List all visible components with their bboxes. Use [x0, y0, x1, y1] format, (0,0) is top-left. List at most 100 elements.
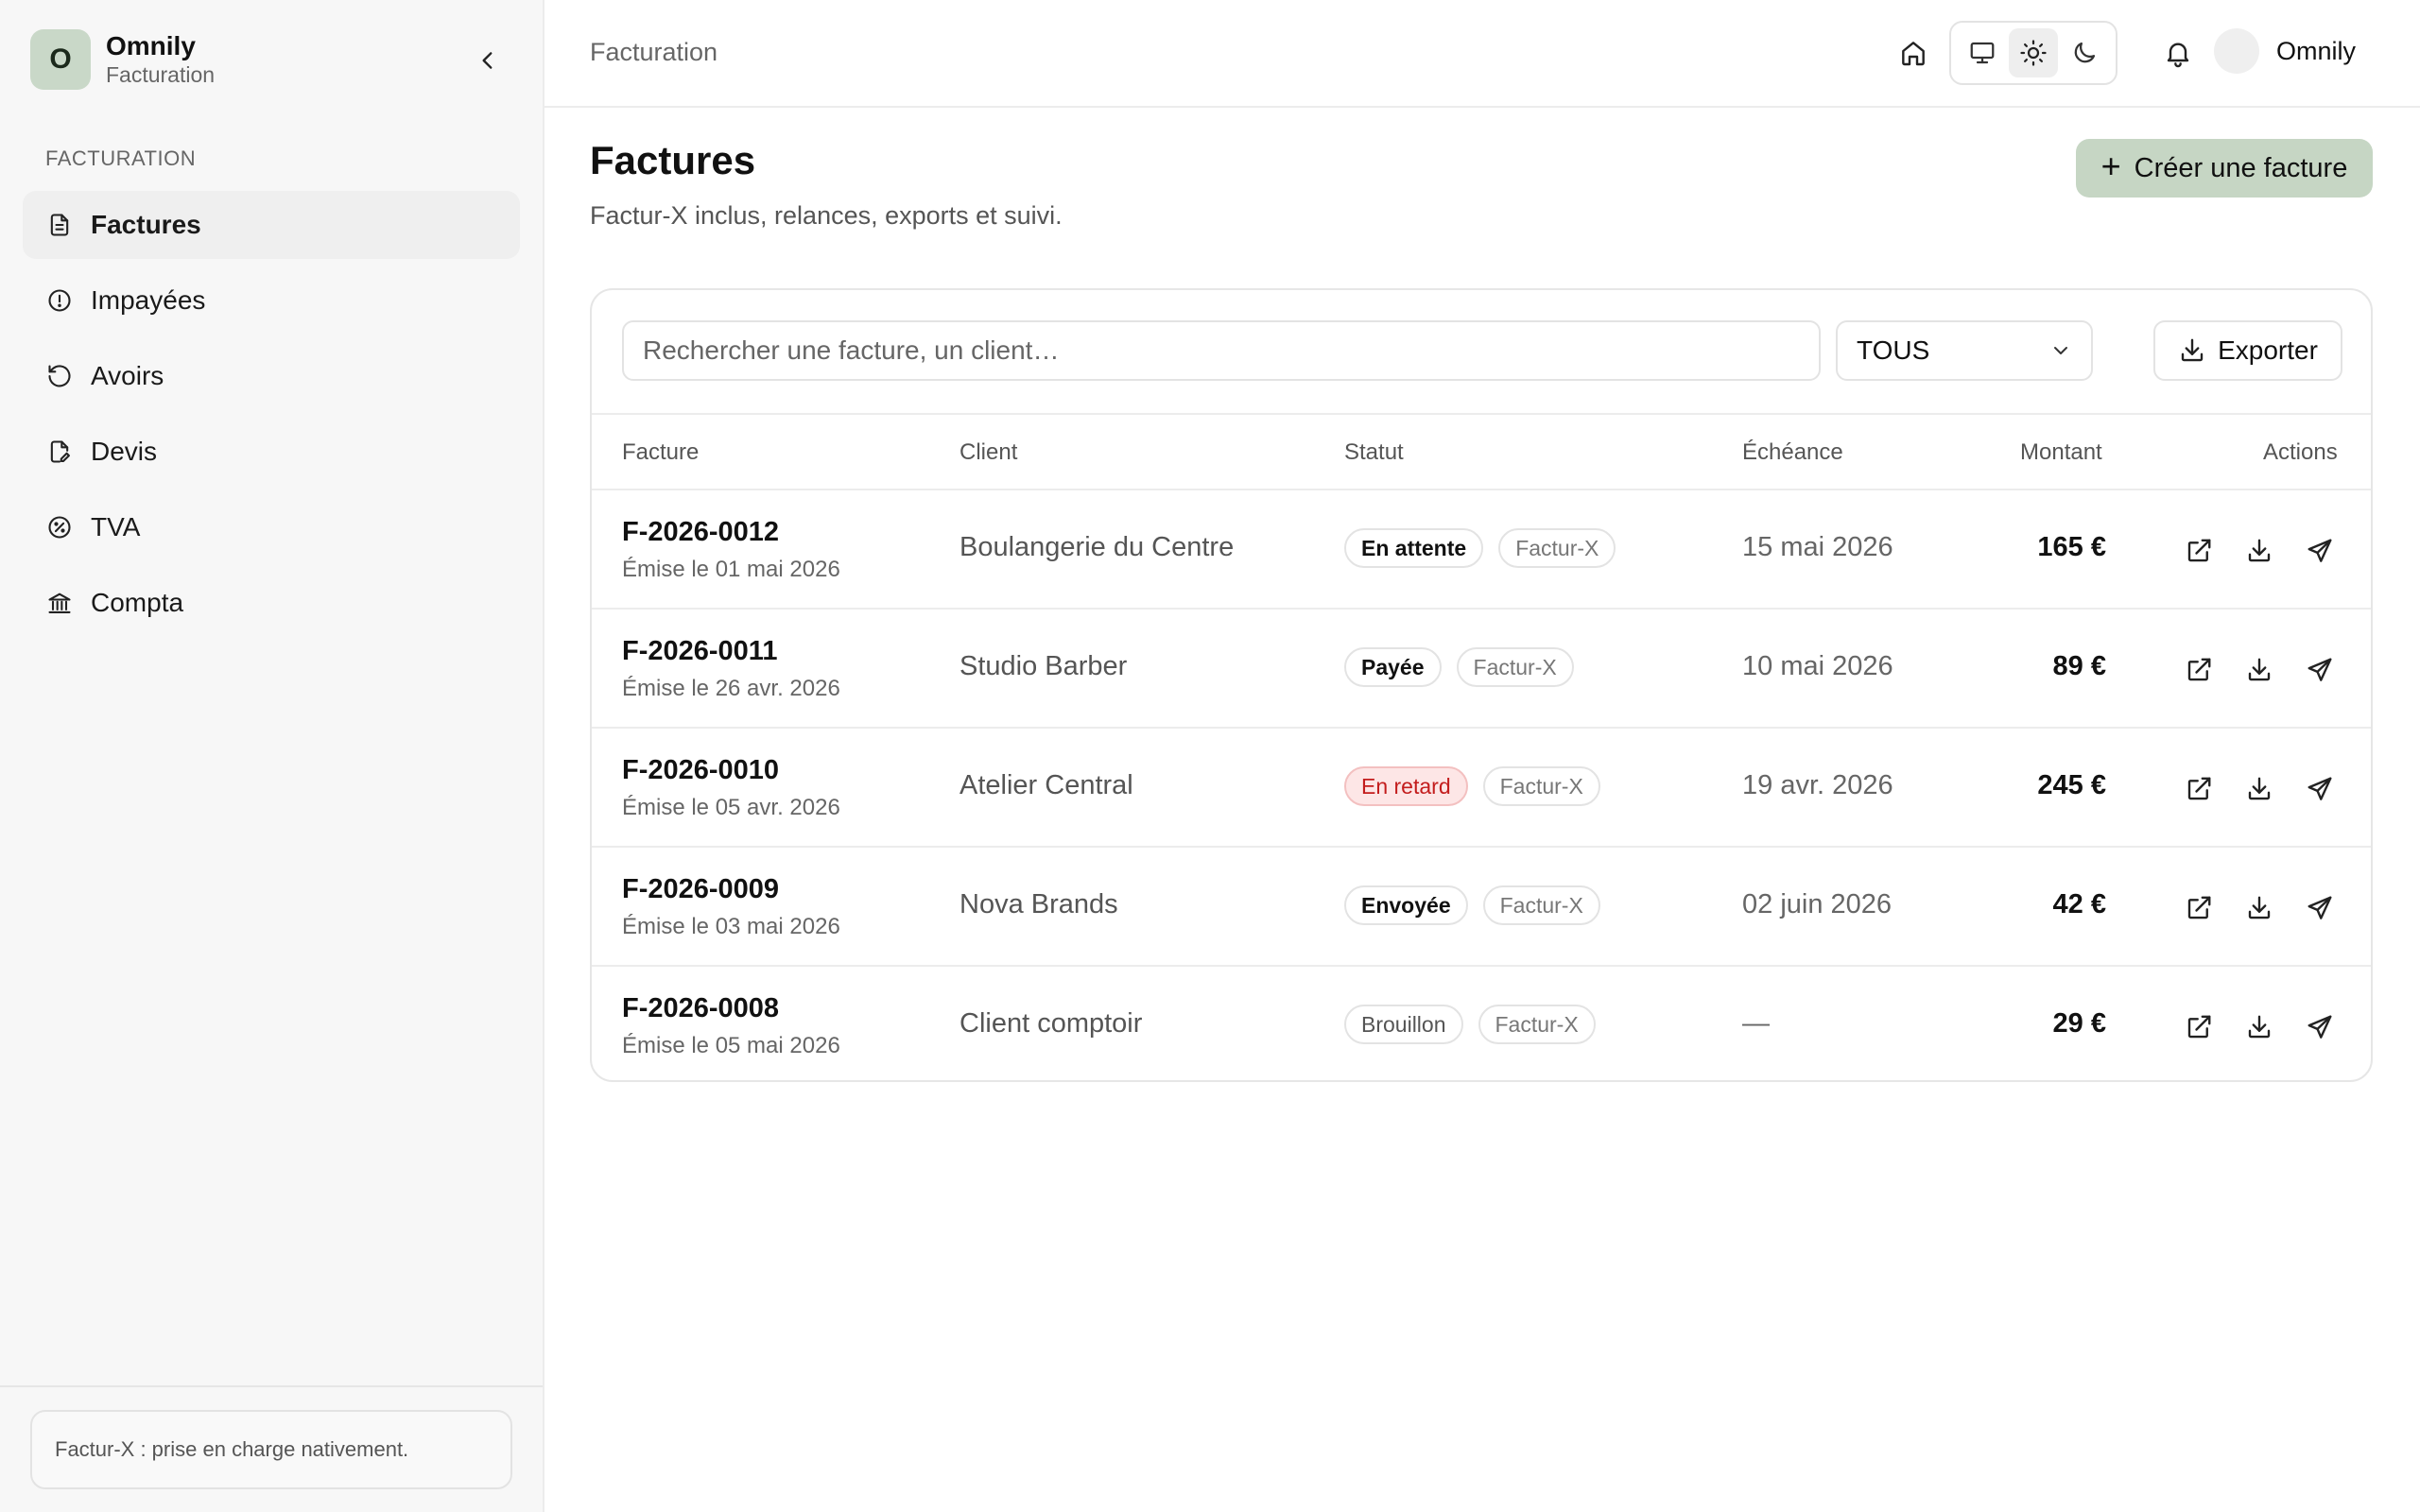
file-edit-icon: [45, 438, 74, 466]
sidebar-item-label: Factures: [91, 210, 201, 239]
status-badge: En retard: [1344, 766, 1468, 806]
create-invoice-button[interactable]: + Créer une facture: [2076, 139, 2373, 198]
open-invoice-button[interactable]: [2178, 887, 2220, 929]
invoice-due-date: 19 avr. 2026: [1742, 770, 1893, 800]
topbar: Facturation Omnily: [544, 0, 2420, 108]
breadcrumb: Facturation: [590, 38, 718, 66]
sidebar-section-label: FACTURATION: [45, 146, 197, 170]
column-header-client[interactable]: Client: [959, 439, 1017, 466]
column-header-invoice[interactable]: Facture: [622, 439, 699, 466]
document-icon: [45, 211, 74, 239]
sidebar-item-devis[interactable]: Devis: [23, 418, 520, 486]
invoices-card: TOUS Exporter Facture Client Statut Éché…: [590, 288, 2373, 1082]
sun-icon: [2020, 40, 2047, 66]
invoice-amount: 42 €: [2052, 889, 2106, 919]
download-invoice-button[interactable]: [2238, 530, 2280, 572]
table-row[interactable]: F-2026-0010 Émise le 05 avr. 2026 Atelie…: [592, 729, 2371, 848]
send-invoice-button[interactable]: [2299, 768, 2341, 810]
home-icon: [1902, 42, 1925, 66]
invoice-issued-date: Émise le 01 mai 2026: [622, 557, 840, 582]
user-name: Omnily: [2276, 36, 2357, 65]
page-subtitle: Factur-X inclus, relances, exports et su…: [590, 201, 1063, 230]
send-invoice-button[interactable]: [2299, 887, 2341, 929]
theme-switcher: [1949, 21, 2118, 85]
column-header-status[interactable]: Statut: [1344, 439, 1404, 466]
table-header: Facture Client Statut Échéance Montant A…: [592, 413, 2371, 490]
export-label: Exporter: [2218, 335, 2318, 365]
home-button[interactable]: [1891, 30, 1936, 76]
column-header-actions: Actions: [2263, 439, 2338, 465]
export-button[interactable]: Exporter: [2153, 320, 2342, 381]
invoice-client: Nova Brands: [959, 889, 1118, 919]
brand-subtitle: Facturation: [106, 62, 216, 87]
format-badge: Factur-X: [1482, 885, 1600, 925]
sidebar-item-avoirs[interactable]: Avoirs: [23, 342, 520, 410]
format-badge: Factur-X: [1482, 766, 1600, 806]
sidebar-item-compta[interactable]: Compta: [23, 569, 520, 637]
notifications-button[interactable]: [2155, 30, 2201, 76]
theme-light-button[interactable]: [2009, 28, 2058, 77]
sidebar-item-factures[interactable]: Factures: [23, 191, 520, 259]
invoice-number[interactable]: F-2026-0010: [622, 755, 779, 786]
download-invoice-button[interactable]: [2238, 1006, 2280, 1048]
invoice-client: Boulangerie du Centre: [959, 532, 1235, 562]
monitor-icon: [1970, 42, 1995, 64]
table-row[interactable]: F-2026-0012 Émise le 01 mai 2026 Boulang…: [592, 490, 2371, 610]
download-invoice-button[interactable]: [2238, 768, 2280, 810]
download-invoice-button[interactable]: [2238, 887, 2280, 929]
invoice-number[interactable]: F-2026-0012: [622, 517, 779, 548]
table-row[interactable]: F-2026-0009 Émise le 03 mai 2026 Nova Br…: [592, 848, 2371, 967]
bell-icon: [2167, 43, 2189, 68]
format-badge: Factur-X: [1498, 528, 1616, 568]
invoice-number[interactable]: F-2026-0008: [622, 993, 779, 1024]
user-menu[interactable]: Omnily: [2214, 28, 2356, 74]
send-invoice-button[interactable]: [2299, 530, 2341, 572]
table-row[interactable]: F-2026-0008 Émise le 05 mai 2026 Client …: [592, 967, 2371, 1080]
sidebar-item-impayees[interactable]: Impayées: [23, 266, 520, 335]
theme-dark-button[interactable]: [2060, 28, 2109, 77]
send-icon: [2308, 896, 2332, 919]
format-badge: Factur-X: [1478, 1005, 1596, 1044]
open-invoice-button[interactable]: [2178, 649, 2220, 691]
status-filter-value: TOUS: [1857, 335, 1930, 365]
theme-system-button[interactable]: [1958, 28, 2007, 77]
bank-icon: [45, 589, 74, 617]
chevron-down-icon: [2054, 347, 2067, 354]
percent-badge-icon: [45, 513, 74, 541]
search-input[interactable]: [622, 320, 1821, 381]
rotate-ccw-icon: [45, 362, 74, 390]
brand-name: Omnily: [106, 31, 196, 60]
invoice-amount: 29 €: [2052, 1008, 2106, 1039]
invoice-number[interactable]: F-2026-0009: [622, 874, 779, 905]
sidebar-item-tva[interactable]: TVA: [23, 493, 520, 561]
invoice-amount: 165 €: [2037, 532, 2106, 562]
status-badge: Payée: [1344, 647, 1442, 687]
collapse-sidebar-button[interactable]: [469, 42, 507, 79]
column-header-amount[interactable]: Montant: [2020, 439, 2102, 466]
download-icon: [2248, 896, 2271, 919]
open-invoice-button[interactable]: [2178, 768, 2220, 810]
status-filter-select[interactable]: TOUS: [1836, 320, 2093, 381]
status-badge: Envoyée: [1344, 885, 1468, 925]
invoice-number[interactable]: F-2026-0011: [622, 636, 777, 667]
download-invoice-button[interactable]: [2238, 649, 2280, 691]
facturx-note: Factur-X : prise en charge nativement.: [30, 1410, 512, 1489]
chevron-left-icon: [482, 52, 493, 69]
open-invoice-button[interactable]: [2178, 1006, 2220, 1048]
sidebar-item-label: Compta: [91, 588, 184, 617]
invoice-due-date: 15 mai 2026: [1742, 532, 1893, 562]
send-invoice-button[interactable]: [2299, 1006, 2341, 1048]
format-badge: Factur-X: [1456, 647, 1574, 687]
brand[interactable]: O Omnily Facturation: [30, 29, 215, 90]
table-row[interactable]: F-2026-0011 Émise le 26 avr. 2026 Studio…: [592, 610, 2371, 729]
sidebar-item-label: Devis: [91, 437, 158, 466]
send-icon: [2308, 658, 2332, 681]
open-invoice-button[interactable]: [2178, 530, 2220, 572]
column-header-due[interactable]: Échéance: [1742, 439, 1843, 466]
status-badge: Brouillon: [1344, 1005, 1463, 1044]
invoice-client: Atelier Central: [959, 770, 1133, 800]
download-icon: [2248, 777, 2271, 800]
invoice-due-date: 10 mai 2026: [1742, 651, 1893, 681]
moon-icon: [2074, 42, 2096, 63]
send-invoice-button[interactable]: [2299, 649, 2341, 691]
